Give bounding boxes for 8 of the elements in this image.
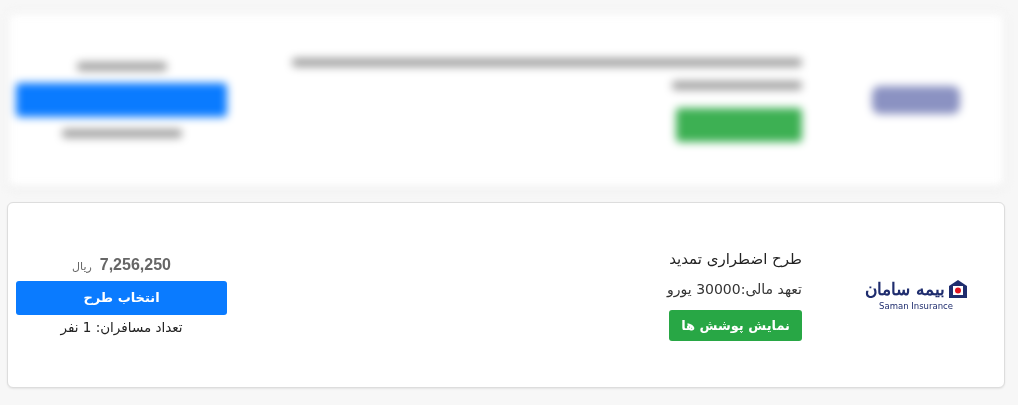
travelers-count: تعداد مسافران: 1 نفر <box>60 318 183 335</box>
show-coverages-button[interactable]: نمایش پوشش ها <box>669 309 802 341</box>
plan-title: طرح اضطراری تمدید <box>669 249 802 268</box>
select-plan-button[interactable]: انتخاب طرح <box>16 280 227 315</box>
coverage-text: تعهد مالی:30000 یورو <box>667 280 802 297</box>
currency-label: ریال <box>72 259 92 273</box>
shield-icon <box>948 280 967 298</box>
price: 7,256,250 <box>99 255 171 274</box>
